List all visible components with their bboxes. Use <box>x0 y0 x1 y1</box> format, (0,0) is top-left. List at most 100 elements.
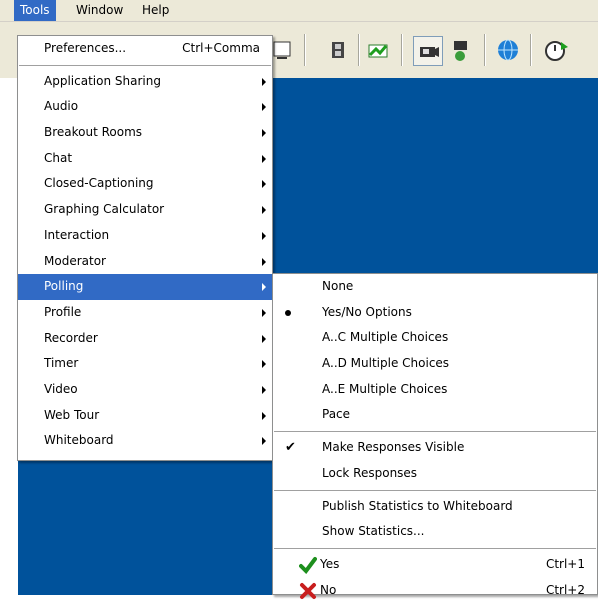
submenu-arrow-icon <box>262 411 266 420</box>
submenu-arrow-icon <box>262 437 266 446</box>
menu-item-a-e-multiple-choices[interactable]: A..E Multiple Choices <box>273 377 597 403</box>
menu-item-a-d-multiple-choices[interactable]: A..D Multiple Choices <box>273 351 597 377</box>
toolbar-separator <box>401 34 403 66</box>
menu-item-label: Publish Statistics to Whiteboard <box>322 498 513 513</box>
submenu-arrow-icon <box>262 283 266 292</box>
menu-item-label: A..D Multiple Choices <box>322 356 450 371</box>
menu-item-label: A..E Multiple Choices <box>322 381 448 396</box>
menu-item-yes[interactable]: Yes Ctrl+1 <box>273 552 597 578</box>
menu-tools[interactable]: Tools <box>14 0 56 21</box>
menu-item-moderator[interactable]: Moderator <box>18 249 272 275</box>
menu-item-label: Application Sharing <box>44 73 161 88</box>
green-check-icon <box>299 556 317 574</box>
toolbar-separator <box>304 34 306 66</box>
menu-item-no[interactable]: No Ctrl+2 <box>273 578 597 604</box>
submenu-arrow-icon <box>262 180 266 189</box>
shortcut-label: Ctrl+1 <box>545 556 585 571</box>
submenu-arrow-icon <box>262 77 266 86</box>
menu-item-recorder[interactable]: Recorder <box>18 326 272 352</box>
toolbar-separator <box>358 34 360 66</box>
camera-icon[interactable] <box>413 36 443 66</box>
menu-item-label: Lock Responses <box>322 465 418 480</box>
menu-item-label: Recorder <box>44 330 98 345</box>
menu-item-label: Polling <box>44 279 84 294</box>
timer-icon[interactable] <box>542 36 570 64</box>
globe-icon[interactable] <box>494 36 522 64</box>
menu-item-label: Web Tour <box>44 407 100 422</box>
submenu-arrow-icon <box>262 308 266 317</box>
menu-item-label: Video <box>44 381 78 396</box>
video-settings-icon[interactable] <box>448 36 476 64</box>
menu-item-preferences[interactable]: Preferences... Ctrl+Comma <box>18 36 272 62</box>
menu-item-web-tour[interactable]: Web Tour <box>18 403 272 429</box>
menu-item-label: Closed-Captioning <box>44 176 154 191</box>
menu-item-label: Moderator <box>44 253 106 268</box>
menu-item-label: A..C Multiple Choices <box>322 330 449 345</box>
menu-item-label: Make Responses Visible <box>322 440 465 455</box>
web-tour-icon[interactable] <box>364 36 392 64</box>
menu-item-lock-responses[interactable]: Lock Responses <box>273 461 597 487</box>
tools-menu: Preferences... Ctrl+Comma Application Sh… <box>17 35 273 461</box>
menu-item-label: Timer <box>44 356 79 371</box>
menu-item-label: Audio <box>44 99 79 114</box>
menu-separator <box>274 489 596 491</box>
menu-help[interactable]: Help <box>136 0 175 21</box>
menu-separator <box>274 547 596 549</box>
submenu-arrow-icon <box>262 257 266 266</box>
menu-window[interactable]: Window <box>70 0 129 21</box>
menu-item-label: Pace <box>322 407 351 422</box>
menu-item-label: None <box>322 279 354 293</box>
red-x-icon <box>299 582 317 600</box>
menu-item-pace[interactable]: Pace <box>273 402 597 428</box>
toolbar-separator <box>530 34 532 66</box>
submenu-arrow-icon <box>262 206 266 215</box>
menu-item-application-sharing[interactable]: Application Sharing <box>18 69 272 95</box>
submenu-arrow-icon <box>262 103 266 112</box>
menu-item-whiteboard[interactable]: Whiteboard <box>18 428 272 454</box>
left-panel <box>0 78 18 595</box>
polling-submenu: None Yes/No Options A..C Multiple Choice… <box>272 273 598 599</box>
menu-separator <box>19 64 271 66</box>
menu-item-label: Breakout Rooms <box>44 125 143 140</box>
menu-item-label: Chat <box>44 150 73 165</box>
menu-item-label: Show Statistics... <box>322 524 425 539</box>
menu-item-graphing-calculator[interactable]: Graphing Calculator <box>18 197 272 223</box>
menu-item-make-responses-visible[interactable]: ✔ Make Responses Visible <box>273 435 597 461</box>
menu-item-label: Whiteboard <box>44 433 114 448</box>
menu-separator <box>274 431 596 433</box>
menu-item-label: Profile <box>44 304 82 319</box>
menu-item-interaction[interactable]: Interaction <box>18 223 272 249</box>
radio-bullet-icon <box>285 309 291 316</box>
submenu-arrow-icon <box>262 334 266 343</box>
menu-item-label: No <box>320 582 337 597</box>
menu-item-show-statistics[interactable]: Show Statistics... <box>273 519 597 545</box>
menu-item-profile[interactable]: Profile <box>18 300 272 326</box>
submenu-arrow-icon <box>262 231 266 240</box>
menu-item-breakout-rooms[interactable]: Breakout Rooms <box>18 120 272 146</box>
checkmark-icon: ✔ <box>285 440 296 456</box>
shortcut-label: Ctrl+2 <box>545 582 585 597</box>
menu-item-label: Graphing Calculator <box>44 202 165 217</box>
menu-item-timer[interactable]: Timer <box>18 351 272 377</box>
menu-item-video[interactable]: Video <box>18 377 272 403</box>
toolbar-separator <box>484 34 486 66</box>
film-icon[interactable] <box>324 36 352 64</box>
menu-item-label: Preferences... <box>44 41 127 55</box>
menu-item-chat[interactable]: Chat <box>18 146 272 172</box>
menu-item-label: Yes <box>320 556 340 571</box>
menu-item-yes-no-options[interactable]: Yes/No Options <box>273 300 597 326</box>
menu-item-label: Interaction <box>44 227 110 242</box>
menubar: Tools Window Help <box>0 0 598 22</box>
menu-item-polling[interactable]: Polling <box>18 274 272 300</box>
menu-item-closed-captioning[interactable]: Closed-Captioning <box>18 171 272 197</box>
menu-item-none[interactable]: None <box>273 274 597 300</box>
submenu-arrow-icon <box>262 385 266 394</box>
menu-item-a-c-multiple-choices[interactable]: A..C Multiple Choices <box>273 325 597 351</box>
menu-item-publish-statistics[interactable]: Publish Statistics to Whiteboard <box>273 494 597 520</box>
menu-item-label: Yes/No Options <box>322 304 412 319</box>
submenu-arrow-icon <box>262 360 266 369</box>
menu-item-audio[interactable]: Audio <box>18 94 272 120</box>
shortcut-label: Ctrl+Comma <box>182 41 260 55</box>
submenu-arrow-icon <box>262 129 266 138</box>
submenu-arrow-icon <box>262 154 266 163</box>
